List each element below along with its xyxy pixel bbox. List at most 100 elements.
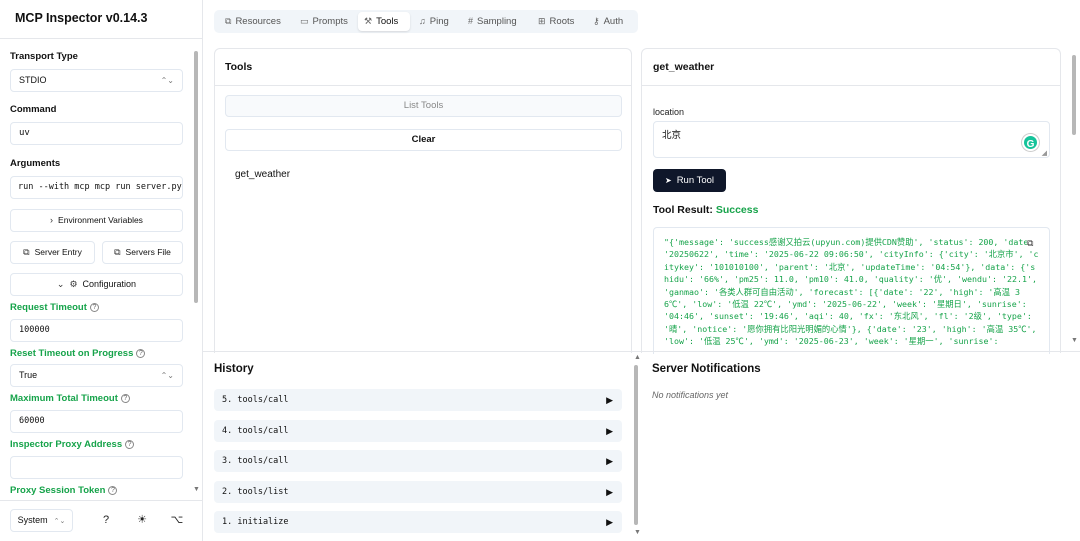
request-timeout-input[interactable]: 100000 — [10, 319, 183, 342]
wrench-icon: ⚒ — [364, 16, 373, 26]
tab-label: Resources — [235, 16, 281, 27]
play-icon[interactable]: ▶ — [606, 389, 613, 411]
scroll-up-arrow-icon[interactable]: ▲ — [634, 354, 641, 361]
help-circle-icon[interactable]: ? — [99, 513, 113, 527]
configuration-button[interactable]: ⌄ ⚙ Configuration — [10, 273, 183, 296]
play-icon[interactable]: ▶ — [606, 420, 613, 442]
resize-divider[interactable] — [203, 351, 1080, 352]
github-icon[interactable]: ⌥ — [170, 513, 184, 527]
scroll-down-arrow-icon[interactable]: ▼ — [1071, 337, 1078, 344]
server-entry-label: Server Entry — [34, 247, 82, 257]
scroll-down-arrow-icon[interactable]: ▼ — [193, 486, 200, 493]
tab-prompts[interactable]: ▭ Prompts — [294, 12, 354, 31]
configuration-label: Configuration — [82, 279, 137, 289]
tab-ping[interactable]: ♫ Ping — [413, 12, 455, 31]
server-entry-button[interactable]: ⧉ Server Entry — [10, 241, 95, 264]
transport-type-select[interactable]: STDIO ⌃⌄ — [10, 69, 183, 92]
app-title: MCP Inspector v0.14.3 — [15, 11, 148, 25]
tab-resources[interactable]: ⧉ Resources — [219, 12, 287, 31]
chevrons-up-down-icon: ⌃⌄ — [53, 518, 66, 525]
tab-label: Prompts — [312, 16, 348, 27]
help-icon[interactable]: ? — [136, 349, 146, 358]
scroll-down-arrow-icon[interactable]: ▼ — [634, 529, 641, 536]
location-label: location — [653, 107, 685, 117]
play-icon[interactable]: ▶ — [606, 481, 613, 503]
history-item[interactable]: 2. tools/list ▶ — [214, 481, 622, 503]
reset-timeout-value: True — [19, 370, 38, 380]
tab-label: Tools — [376, 16, 399, 27]
chevrons-up-down-icon: ⌃⌄ — [160, 371, 174, 380]
list-tools-button[interactable]: List Tools — [225, 95, 622, 117]
proxy-address-label: Inspector Proxy Address? — [10, 439, 135, 450]
environment-variables-button[interactable]: › Environment Variables — [10, 209, 183, 232]
bell-icon: ♫ — [419, 16, 426, 26]
sidebar: MCP Inspector v0.14.3 Transport Type STD… — [0, 0, 203, 541]
proxy-address-text: Inspector Proxy Address — [10, 439, 123, 450]
transport-type-label: Transport Type — [10, 51, 78, 62]
command-input[interactable]: uv — [10, 122, 183, 145]
sidebar-scrollbar[interactable] — [194, 51, 198, 303]
help-icon[interactable]: ? — [89, 303, 99, 312]
history-item-label: 1. initialize — [222, 517, 289, 527]
arguments-input[interactable]: run --with mcp mcp run server.py — [10, 176, 183, 199]
copy-icon[interactable]: ⧉ — [1027, 238, 1037, 248]
tab-label: Ping — [429, 16, 449, 27]
history-item[interactable]: 1. initialize ▶ — [214, 511, 622, 533]
main-scrollbar[interactable] — [1072, 55, 1076, 135]
tool-result-box[interactable]: "{'message': 'success感谢又拍云(upyun.com)提供C… — [653, 227, 1050, 354]
sidebar-footer: System ⌃⌄ ? ☀ ⌥ — [0, 500, 203, 541]
tool-detail-title: get_weather — [653, 61, 715, 73]
reset-timeout-label: Reset Timeout on Progress? — [10, 348, 146, 359]
location-input[interactable]: 北京 G ◢ — [653, 121, 1050, 158]
tab-roots[interactable]: ⊞ Roots — [532, 12, 580, 31]
location-value: 北京 — [662, 130, 682, 141]
history-item-label: 5. tools/call — [222, 395, 289, 405]
chevron-down-icon: ⌄ — [56, 279, 65, 289]
resize-handle-icon[interactable]: ◢ — [1042, 149, 1047, 157]
hash-icon: # — [468, 16, 474, 26]
bug-icon[interactable]: ☀ — [135, 513, 149, 527]
proxy-address-input[interactable] — [10, 456, 183, 479]
proxy-token-label: Proxy Session Token? — [10, 485, 118, 496]
copy-icon: ⧉ — [114, 247, 121, 257]
tool-result-label: Tool Result: — [653, 204, 713, 216]
play-icon[interactable]: ▶ — [606, 450, 613, 472]
history-item[interactable]: 5. tools/call ▶ — [214, 389, 622, 411]
gear-icon: ⚙ — [69, 279, 78, 289]
tab-tools[interactable]: ⚒ Tools — [358, 12, 410, 31]
theme-select[interactable]: System ⌃⌄ — [10, 509, 73, 532]
help-icon[interactable]: ? — [108, 486, 118, 495]
clear-button[interactable]: Clear — [225, 129, 622, 151]
tab-label: Sampling — [477, 16, 517, 27]
tab-label: Auth — [603, 16, 624, 27]
request-timeout-text: Request Timeout — [10, 302, 87, 313]
tool-detail-panel: get_weather location 北京 G ◢ ➤ Run Tool To… — [641, 48, 1061, 354]
divider — [0, 38, 203, 39]
history-item[interactable]: 4. tools/call ▶ — [214, 420, 622, 442]
run-tool-label: Run Tool — [676, 175, 715, 186]
play-icon[interactable]: ▶ — [606, 511, 613, 533]
history-scrollbar[interactable] — [634, 365, 638, 525]
history-item[interactable]: 3. tools/call ▶ — [214, 450, 622, 472]
divider — [215, 85, 631, 86]
reset-timeout-text: Reset Timeout on Progress — [10, 348, 134, 359]
tools-panel-title: Tools — [225, 61, 253, 73]
run-tool-button[interactable]: ➤ Run Tool — [653, 169, 726, 192]
reset-timeout-select[interactable]: True ⌃⌄ — [10, 364, 183, 387]
help-icon[interactable]: ? — [120, 394, 130, 403]
grammarly-icon[interactable]: G — [1022, 134, 1039, 151]
divider — [642, 85, 1060, 86]
folder-tree-icon: ⊞ — [538, 16, 546, 26]
copy-icon: ⧉ — [23, 247, 30, 257]
tab-sampling[interactable]: # Sampling — [462, 12, 523, 31]
tool-result-status: Success — [715, 204, 759, 216]
max-timeout-input[interactable]: 60000 — [10, 410, 183, 433]
environment-variables-label: Environment Variables — [58, 215, 143, 225]
tool-list-item-get-weather[interactable]: get_weather — [235, 169, 290, 180]
servers-file-button[interactable]: ⧉ Servers File — [102, 241, 183, 264]
help-icon[interactable]: ? — [125, 440, 135, 449]
tab-bar: ⧉ Resources ▭ Prompts ⚒ Tools ♫ Ping # Sampli… — [214, 10, 638, 33]
history-item-label: 2. tools/list — [222, 487, 289, 497]
tab-auth[interactable]: ⚷ Auth — [587, 12, 629, 31]
resources-icon: ⧉ — [225, 16, 232, 26]
